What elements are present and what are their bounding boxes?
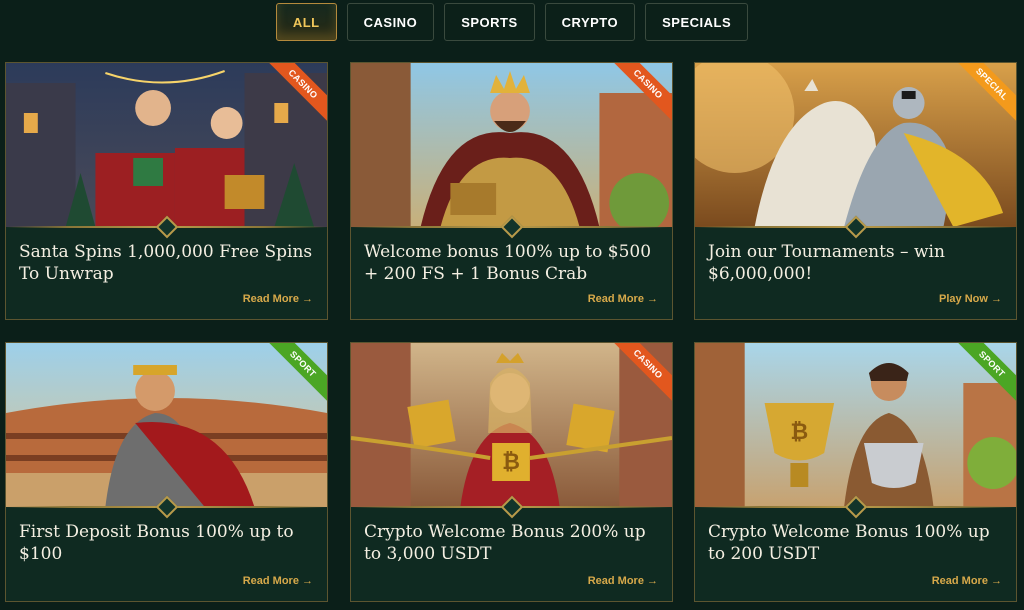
tab-crypto[interactable]: CRYPTO (544, 3, 636, 41)
promo-card-welcome-bonus[interactable]: CASINO Welcome bonus 100% up to $500 + 2… (350, 62, 673, 320)
svg-text:₿: ₿ (502, 450, 520, 475)
category-tabs: ALL CASINO SPORTS CRYPTO SPECIALS (0, 3, 1024, 41)
card-title: Crypto Welcome Bonus 100% up to 200 USDT (708, 522, 990, 564)
tab-sports[interactable]: SPORTS (444, 3, 535, 41)
tab-all[interactable]: ALL (275, 3, 337, 41)
promo-image-knight (695, 63, 1016, 227)
read-more-link[interactable]: Read More → (588, 575, 658, 587)
promo-card-crypto-100[interactable]: ₿ SPORT Crypto Welcome Bonus 100% up to … (694, 342, 1017, 602)
promo-card-tournaments[interactable]: SPECIAL Join our Tournaments – win $6,00… (694, 62, 1017, 320)
read-more-link[interactable]: Read More → (243, 575, 313, 587)
promo-image-santa (6, 63, 327, 227)
promo-image-trophies: ₿ (695, 343, 1016, 507)
promo-image-gladiator (6, 343, 327, 507)
promo-card-first-deposit[interactable]: SPORT First Deposit Bonus 100% up to $10… (5, 342, 328, 602)
read-more-link[interactable]: Read More → (588, 293, 658, 305)
card-title: Welcome bonus 100% up to $500 + 200 FS +… (364, 242, 652, 284)
read-more-link[interactable]: Read More → (243, 293, 313, 305)
promo-card-santa-spins[interactable]: CASINO Santa Spins 1,000,000 Free Spins … (5, 62, 328, 320)
read-more-link[interactable]: Read More → (932, 575, 1002, 587)
play-now-link[interactable]: Play Now → (939, 293, 1002, 305)
card-title: Santa Spins 1,000,000 Free Spins To Unwr… (19, 242, 313, 284)
promo-card-crypto-200[interactable]: ₿ CASINO Crypto Welcome Bonus 200% up to… (350, 342, 673, 602)
tab-casino[interactable]: CASINO (346, 3, 435, 41)
card-title: Join our Tournaments – win $6,000,000! (708, 242, 945, 284)
svg-text:₿: ₿ (790, 420, 808, 445)
card-title: First Deposit Bonus 100% up to $100 (19, 522, 294, 564)
promo-image-king (351, 63, 672, 227)
promo-image-crypto-queen: ₿ (351, 343, 672, 507)
card-title: Crypto Welcome Bonus 200% up to 3,000 US… (364, 522, 646, 564)
tab-specials[interactable]: SPECIALS (645, 3, 749, 41)
